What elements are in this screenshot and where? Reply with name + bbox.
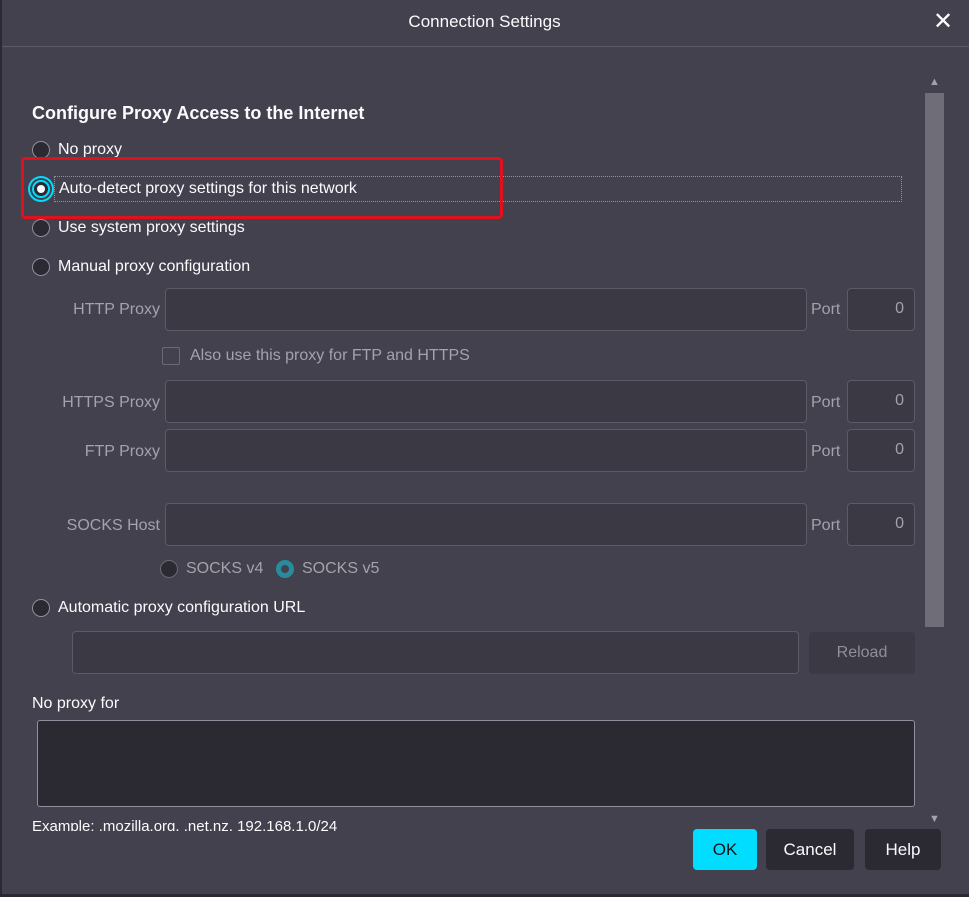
section-heading: Configure Proxy Access to the Internet bbox=[32, 103, 365, 123]
radio-button-checked[interactable] bbox=[32, 180, 50, 198]
scroll-down-icon[interactable]: ▼ bbox=[925, 810, 944, 829]
no-proxy-for-label: No proxy for bbox=[32, 695, 120, 712]
cancel-button[interactable]: Cancel bbox=[766, 829, 854, 870]
radio-no-proxy[interactable]: No proxy bbox=[32, 138, 122, 162]
radio-socks-v5[interactable]: SOCKS v5 bbox=[276, 557, 379, 581]
window-edge bbox=[0, 0, 2, 897]
radio-button-checked[interactable] bbox=[276, 560, 294, 578]
http-proxy-input[interactable] bbox=[165, 288, 807, 331]
https-port-input[interactable]: 0 bbox=[847, 380, 915, 423]
ftp-port-label: Port bbox=[811, 443, 841, 460]
https-proxy-label: HTTPS Proxy bbox=[62, 394, 160, 411]
radio-auto-detect[interactable]: Auto-detect proxy settings for this netw… bbox=[32, 176, 902, 202]
scrollbar-thumb[interactable] bbox=[925, 93, 944, 627]
ftp-proxy-label: FTP Proxy bbox=[84, 443, 160, 460]
https-proxy-input[interactable] bbox=[165, 380, 807, 423]
help-button[interactable]: Help bbox=[865, 829, 941, 870]
radio-button[interactable] bbox=[32, 141, 50, 159]
radio-label: Automatic proxy configuration URL bbox=[58, 599, 306, 616]
ok-button[interactable]: OK bbox=[693, 829, 757, 870]
radio-manual-proxy[interactable]: Manual proxy configuration bbox=[32, 255, 250, 279]
radio-button[interactable] bbox=[32, 219, 50, 237]
close-icon[interactable]: ✕ bbox=[928, 6, 958, 38]
radio-label: SOCKS v5 bbox=[302, 560, 380, 577]
no-proxy-example: Example: .mozilla.org, .net.nz, 192.168.… bbox=[32, 818, 338, 831]
ftp-proxy-input[interactable] bbox=[165, 429, 807, 472]
scrollbar[interactable]: ▲ ▼ bbox=[925, 73, 944, 829]
checkbox-label: Also use this proxy for FTP and HTTPS bbox=[190, 347, 470, 364]
radio-button[interactable] bbox=[32, 258, 50, 276]
http-proxy-label: HTTP Proxy bbox=[73, 301, 160, 318]
radio-button[interactable] bbox=[160, 560, 178, 578]
radio-button[interactable] bbox=[32, 599, 50, 617]
also-use-proxy-checkbox-row[interactable]: Also use this proxy for FTP and HTTPS bbox=[162, 345, 470, 367]
http-port-label: Port bbox=[811, 301, 841, 318]
auto-proxy-url-input[interactable] bbox=[72, 631, 799, 674]
socks-host-input[interactable] bbox=[165, 503, 807, 546]
socks-port-label: Port bbox=[811, 517, 841, 534]
radio-label: No proxy bbox=[58, 141, 123, 158]
socks-port-input[interactable]: 0 bbox=[847, 503, 915, 546]
http-port-input[interactable]: 0 bbox=[847, 288, 915, 331]
reload-button[interactable]: Reload bbox=[809, 632, 915, 674]
radio-auto-proxy-url[interactable]: Automatic proxy configuration URL bbox=[32, 596, 305, 620]
radio-label: SOCKS v4 bbox=[186, 560, 264, 577]
https-port-label: Port bbox=[811, 394, 841, 411]
scroll-up-icon[interactable]: ▲ bbox=[925, 73, 944, 92]
radio-label: Use system proxy settings bbox=[58, 219, 245, 236]
radio-label: Manual proxy configuration bbox=[58, 258, 251, 275]
socks-host-label: SOCKS Host bbox=[66, 517, 160, 534]
title-bar: Connection Settings ✕ bbox=[0, 0, 969, 47]
also-use-proxy-checkbox[interactable] bbox=[162, 347, 180, 365]
settings-content: Configure Proxy Access to the Internet N… bbox=[0, 47, 924, 831]
dialog-title: Connection Settings bbox=[408, 12, 561, 31]
connection-settings-dialog: Connection Settings ✕ Configure Proxy Ac… bbox=[0, 0, 969, 897]
ftp-port-input[interactable]: 0 bbox=[847, 429, 915, 472]
radio-label: Auto-detect proxy settings for this netw… bbox=[54, 176, 902, 202]
radio-socks-v4[interactable]: SOCKS v4 bbox=[160, 557, 263, 581]
no-proxy-for-textarea[interactable] bbox=[37, 720, 915, 807]
radio-system-proxy[interactable]: Use system proxy settings bbox=[32, 216, 245, 240]
